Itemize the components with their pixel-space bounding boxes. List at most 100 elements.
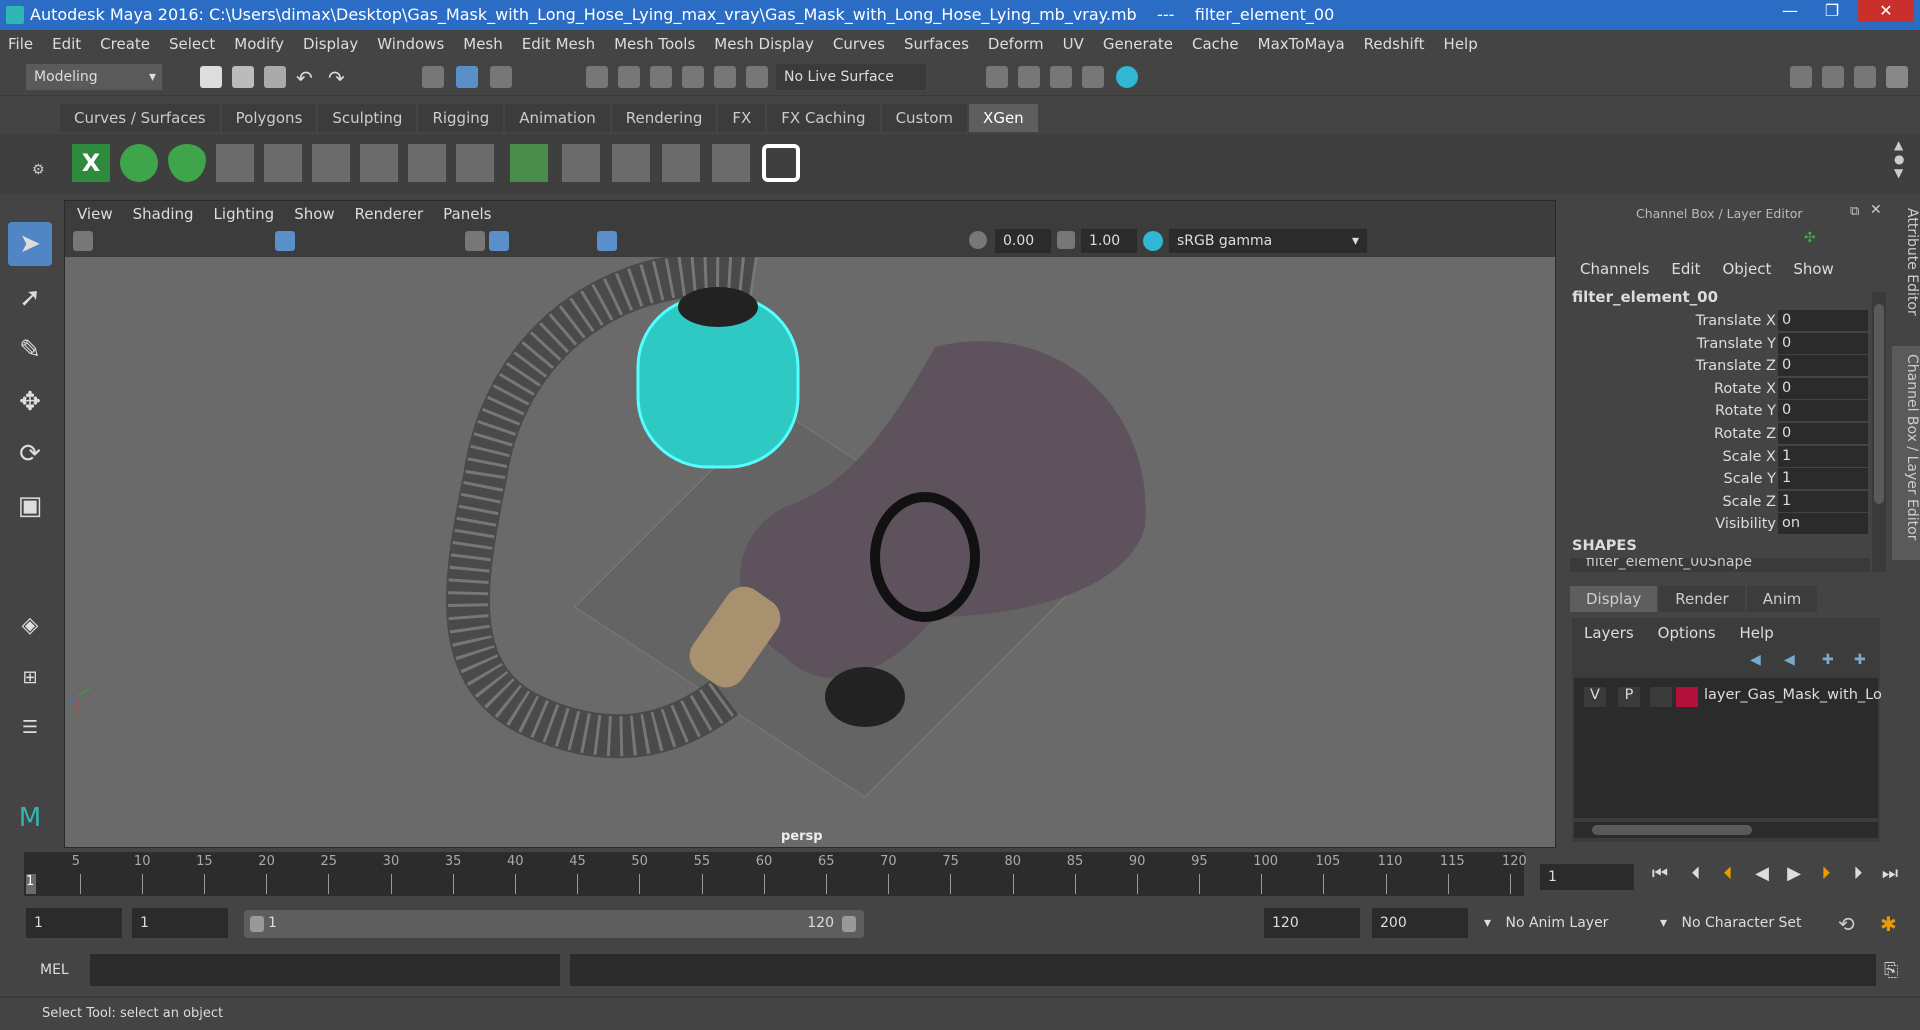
attr-value-translate-x[interactable]: 0 bbox=[1778, 310, 1868, 331]
range-slider[interactable]: 1 120 bbox=[244, 910, 864, 938]
new-layer-selected-icon[interactable]: ✚ bbox=[1854, 652, 1866, 668]
go-to-end-icon[interactable]: ⏭ bbox=[1878, 862, 1902, 886]
render-view-icon[interactable] bbox=[1082, 66, 1104, 88]
add-guide-icon[interactable] bbox=[216, 144, 254, 182]
character-set-dropdown[interactable]: ▾ No Character Set bbox=[1652, 908, 1828, 938]
color-management-icon[interactable] bbox=[1143, 231, 1163, 251]
gamma-icon[interactable] bbox=[1057, 231, 1075, 249]
menu-create[interactable]: Create bbox=[100, 35, 150, 53]
layer-tab-render[interactable]: Render bbox=[1659, 586, 1745, 612]
menu-select[interactable]: Select bbox=[169, 35, 215, 53]
xray-icon[interactable] bbox=[597, 231, 617, 251]
menu-uv[interactable]: UV bbox=[1063, 35, 1084, 53]
layer-playback-toggle[interactable]: P bbox=[1618, 687, 1640, 707]
channel-box-icon[interactable] bbox=[1886, 66, 1908, 88]
range-end-handle[interactable] bbox=[842, 916, 856, 932]
script-editor-icon[interactable]: ⎘ bbox=[1884, 960, 1898, 981]
layer-menu-layers[interactable]: Layers bbox=[1584, 624, 1634, 642]
layer-tab-anim[interactable]: Anim bbox=[1746, 586, 1818, 612]
menu-edit-mesh[interactable]: Edit Mesh bbox=[522, 35, 595, 53]
layer-tab-display[interactable]: Display bbox=[1570, 586, 1658, 612]
range-start-handle[interactable] bbox=[250, 916, 264, 932]
modeling-toolkit-icon[interactable] bbox=[1790, 66, 1812, 88]
attr-value-scale-z[interactable]: 1 bbox=[1778, 490, 1868, 512]
menu-surfaces[interactable]: Surfaces bbox=[904, 35, 969, 53]
menu-mesh[interactable]: Mesh bbox=[463, 35, 503, 53]
current-frame-field[interactable]: 1 bbox=[1540, 864, 1634, 890]
menu-deform[interactable]: Deform bbox=[988, 35, 1044, 53]
layer-type-toggle[interactable] bbox=[1650, 687, 1672, 707]
select-component-icon[interactable] bbox=[490, 66, 512, 88]
guide-visibility-icon[interactable] bbox=[360, 144, 398, 182]
guide-length-icon[interactable] bbox=[312, 144, 350, 182]
shelf-tab-xgen[interactable]: XGen bbox=[969, 104, 1038, 132]
range-start-field[interactable]: 1 bbox=[26, 908, 122, 938]
move-layer-up-icon[interactable]: ◀ bbox=[1750, 652, 1761, 668]
menu-redshift[interactable]: Redshift bbox=[1364, 35, 1425, 53]
panel-menu-view[interactable]: View bbox=[77, 205, 113, 223]
menu-display[interactable]: Display bbox=[303, 35, 358, 53]
tool-settings-icon[interactable] bbox=[1854, 66, 1876, 88]
render-frame-icon[interactable] bbox=[1018, 66, 1040, 88]
attr-value-scale-y[interactable]: 1 bbox=[1778, 468, 1868, 490]
guide-cut-icon[interactable] bbox=[662, 144, 700, 182]
attribute-editor-icon[interactable] bbox=[1822, 66, 1844, 88]
undo-icon[interactable]: ↶ bbox=[296, 66, 318, 90]
shelf-tab-curves-surfaces[interactable]: Curves / Surfaces bbox=[60, 104, 220, 132]
menu-generate[interactable]: Generate bbox=[1103, 35, 1173, 53]
attr-value-rotate-x[interactable]: 0 bbox=[1778, 377, 1868, 399]
ipr-render-icon[interactable] bbox=[1050, 66, 1072, 88]
new-scene-icon[interactable] bbox=[200, 66, 222, 88]
snap-curve-icon[interactable] bbox=[618, 66, 640, 88]
four-view-layout-icon[interactable]: ⊞ bbox=[8, 656, 52, 700]
float-panel-icon[interactable]: ⧉ bbox=[1850, 204, 1859, 219]
camera-icon[interactable] bbox=[73, 231, 93, 251]
guide-lock-icon[interactable] bbox=[408, 144, 446, 182]
panel-menu-panels[interactable]: Panels bbox=[443, 205, 491, 223]
step-back-key-icon[interactable]: ⏴ bbox=[1716, 862, 1740, 886]
gamma-field[interactable]: 1.00 bbox=[1081, 229, 1137, 253]
layer-visibility-toggle[interactable]: V bbox=[1584, 687, 1606, 707]
perspective-viewport[interactable]: persp bbox=[65, 251, 1555, 847]
shelf-tab-animation[interactable]: Animation bbox=[505, 104, 610, 132]
xgen-preview-icon[interactable] bbox=[120, 144, 158, 182]
panel-menu-show[interactable]: Show bbox=[294, 205, 334, 223]
anim-layer-dropdown[interactable]: ▾ No Anim Layer bbox=[1476, 908, 1676, 938]
sculpt-guide-icon[interactable] bbox=[264, 144, 302, 182]
current-frame-marker[interactable]: 1 bbox=[26, 874, 36, 894]
guide-bend-icon[interactable] bbox=[612, 144, 650, 182]
minimize-button[interactable]: — bbox=[1770, 0, 1810, 22]
anim-end-field[interactable]: 200 bbox=[1372, 908, 1468, 938]
channel-box-scrollbar[interactable] bbox=[1872, 292, 1886, 572]
attr-value-rotate-y[interactable]: 0 bbox=[1778, 400, 1868, 422]
snap-point-icon[interactable] bbox=[650, 66, 672, 88]
shelf-scroll-icon[interactable]: ▲ ● ▼ bbox=[1894, 138, 1904, 180]
open-scene-icon[interactable] bbox=[232, 66, 254, 88]
hypershade-icon[interactable] bbox=[1116, 66, 1138, 88]
exposure-field[interactable]: 0.00 bbox=[995, 229, 1051, 253]
wireframe-icon[interactable] bbox=[465, 231, 485, 251]
rotate-tool-icon[interactable]: ⟳ bbox=[8, 432, 52, 476]
layer-horizontal-scrollbar[interactable] bbox=[1574, 822, 1878, 838]
attribute-editor-side-tab[interactable]: Attribute Editor bbox=[1892, 200, 1920, 340]
shelf-tab-polygons[interactable]: Polygons bbox=[221, 104, 317, 132]
layer-menu-help[interactable]: Help bbox=[1740, 624, 1774, 642]
maya-home-icon[interactable]: M bbox=[8, 796, 52, 840]
attr-value-translate-z[interactable]: 0 bbox=[1778, 355, 1868, 377]
menu-help[interactable]: Help bbox=[1444, 35, 1478, 53]
xgen-grid-icon[interactable] bbox=[510, 144, 548, 182]
grid-toggle-icon[interactable] bbox=[275, 231, 295, 251]
outliner-layout-icon[interactable]: ☰ bbox=[8, 706, 52, 750]
panel-menu-lighting[interactable]: Lighting bbox=[214, 205, 275, 223]
command-line-input[interactable] bbox=[90, 954, 560, 986]
channel-menu-channels[interactable]: Channels bbox=[1580, 260, 1649, 278]
channel-menu-edit[interactable]: Edit bbox=[1671, 260, 1700, 278]
menu-edit[interactable]: Edit bbox=[52, 35, 81, 53]
go-to-start-icon[interactable]: ⏮ bbox=[1648, 862, 1672, 886]
lasso-tool-icon[interactable]: ➚ bbox=[8, 276, 52, 320]
play-forwards-icon[interactable]: ▶ bbox=[1782, 862, 1806, 886]
layer-color-swatch[interactable] bbox=[1676, 687, 1698, 707]
step-back-frame-icon[interactable]: ⏴ bbox=[1684, 862, 1708, 886]
xgen-icon[interactable]: X bbox=[72, 144, 110, 182]
menu-curves[interactable]: Curves bbox=[833, 35, 885, 53]
